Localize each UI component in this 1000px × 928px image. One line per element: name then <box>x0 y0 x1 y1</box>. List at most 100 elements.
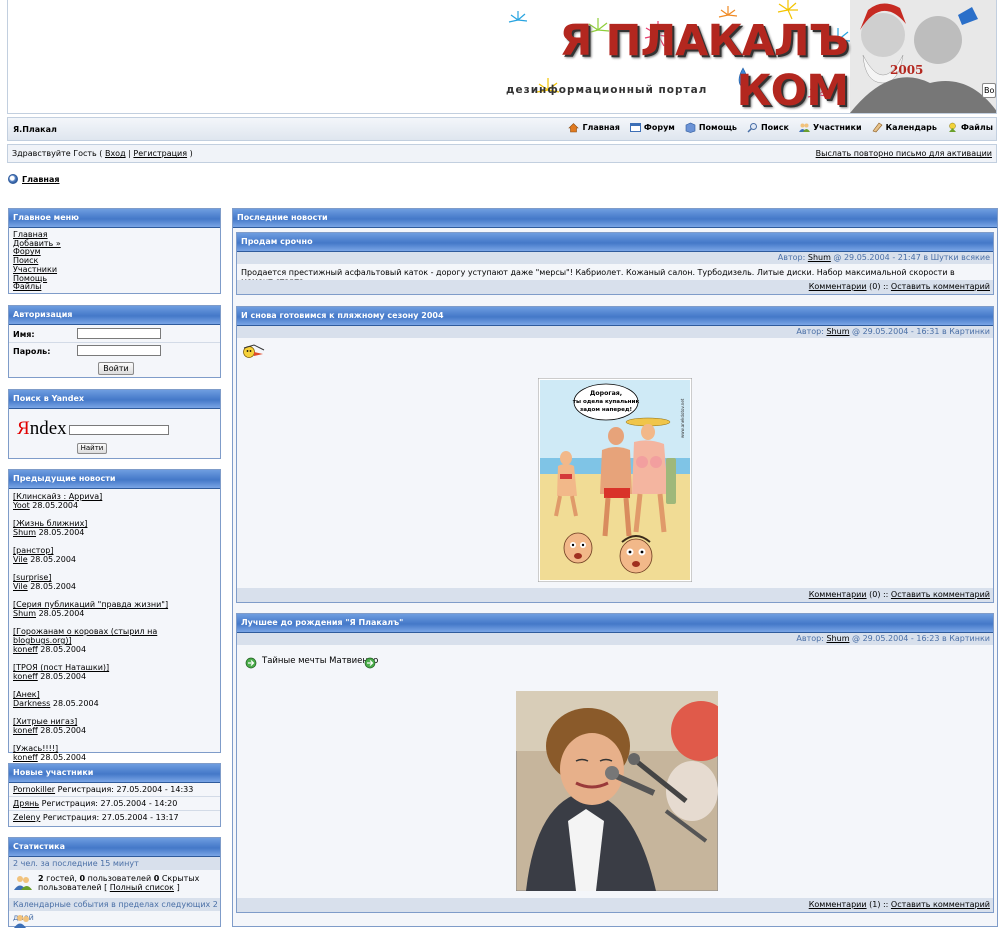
register-link[interactable]: Регистрация <box>133 149 187 158</box>
author-link[interactable]: koneff <box>13 726 38 735</box>
menu-item-files[interactable]: Файлы <box>13 283 216 292</box>
nav-link-forum[interactable]: Форум <box>629 122 675 133</box>
news-link[interactable]: [Клинскайз : Арриva] <box>13 492 102 501</box>
comments-link[interactable]: Комментарии <box>809 282 867 291</box>
resend-activation-link[interactable]: Выслать повторно письмо для активации <box>816 149 992 158</box>
post-meta: Автор: Shum @ 29.05.2004 - 16:31 в Карти… <box>237 326 993 338</box>
news-link[interactable]: [surprise] <box>13 573 51 582</box>
meta-date: @ 29.05.2004 - 21:47 в Шутки всякие <box>833 253 990 262</box>
singer-photo-image <box>516 691 718 891</box>
users-text: пользователей <box>87 874 152 883</box>
menu-item-forum[interactable]: Форум <box>13 248 216 257</box>
yandex-search-button[interactable]: Найти <box>77 443 107 454</box>
nav-link-help[interactable]: Помощь <box>685 122 737 133</box>
comments-link[interactable]: Комментарии <box>809 900 867 909</box>
image-tooltip: Воз <box>982 83 996 98</box>
menu-item-add[interactable]: Добавить » <box>13 239 216 249</box>
member-link[interactable]: Дрянь <box>13 799 39 808</box>
author-link[interactable]: koneff <box>13 672 38 681</box>
post-title: И снова готовимся к пляжному сезону 2004 <box>237 307 993 326</box>
nav-link-label: Помощь <box>698 123 737 132</box>
nav-link-home[interactable]: Главная <box>568 122 620 133</box>
post-title: Продам срочно <box>237 233 993 252</box>
cartoon-caption-line-3: задом наперед! <box>580 407 632 413</box>
banner-year: 2005 <box>890 63 924 77</box>
nav-link-files[interactable]: Файлы <box>947 122 993 133</box>
leave-comment-link[interactable]: Оставить комментарий <box>891 590 990 599</box>
hidden-count: 0 <box>153 874 160 883</box>
login-button[interactable]: Войти <box>98 362 134 375</box>
meta-prefix: Автор: <box>796 634 824 643</box>
nav-links: Главная Форум Помощь Поиск Участники Кал… <box>568 122 993 133</box>
guests-text: гостей, <box>46 874 77 883</box>
online-caption: 2 чел. за последние 15 минут <box>9 857 220 870</box>
beach-cartoon-image: Дорогая, ты одела купальник задом напере… <box>538 378 692 582</box>
previous-news-title: Предыдущие новости <box>9 470 220 489</box>
nav-link-label: Главная <box>582 123 620 132</box>
news-link[interactable]: [Ужась!!!!] <box>13 744 58 753</box>
news-date: 28.05.2004 <box>40 672 87 681</box>
author-link[interactable]: Vile <box>13 555 28 564</box>
list-item: Pornokiller Регистрация: 27.05.2004 - 14… <box>9 783 220 797</box>
breadcrumb-home[interactable]: Главная <box>22 175 59 184</box>
full-list-link[interactable]: Полный список <box>110 883 174 892</box>
list-item: [Горожанам о коровах (стырил на blogbugs… <box>13 627 216 654</box>
nav-link-label: Форум <box>643 123 675 132</box>
yandex-search-box: Поиск в Yandex Яndex Найти <box>8 389 221 459</box>
news-link[interactable]: [Серия публикаций "правда жизни"] <box>13 600 168 609</box>
news-date: 28.05.2004 <box>32 501 79 510</box>
latest-news-title: Последние новости <box>233 209 997 228</box>
nav-link-search[interactable]: Поиск <box>747 122 789 133</box>
author-link[interactable]: Darkness <box>13 699 50 708</box>
login-link[interactable]: Вход <box>105 149 126 158</box>
news-date: 28.05.2004 <box>38 528 85 537</box>
news-post: Продам срочно Автор: Shum @ 29.05.2004 -… <box>236 232 994 295</box>
comments-link[interactable]: Комментарии <box>809 590 867 599</box>
new-members-box: Новые участники Pornokiller Регистрация:… <box>8 763 221 827</box>
news-link[interactable]: [ранстор] <box>13 546 53 555</box>
author-link[interactable]: Shum <box>13 528 36 537</box>
list-item: [Анек] Darkness 28.05.2004 <box>13 690 216 708</box>
news-link[interactable]: [Хитрые нигаз] <box>13 717 77 726</box>
member-link[interactable]: Pornokiller <box>13 785 55 794</box>
hidden-text: Скрытых <box>161 874 200 883</box>
list-item: [Клинскайз : Арриva] Yoot 28.05.2004 <box>13 492 216 510</box>
comment-count: (0) :: <box>869 282 889 291</box>
news-post: Лучшее до рождения "Я Плакалъ" Автор: Sh… <box>236 613 994 913</box>
guests-count: 2 <box>38 874 44 883</box>
yandex-search-input[interactable] <box>69 425 169 435</box>
site-title: Я.Плакал <box>13 125 57 134</box>
cartoon-watermark: www.anekdotov.net <box>680 398 685 438</box>
files-icon <box>948 122 956 132</box>
author-link[interactable]: Shum <box>13 609 36 618</box>
username-label: Имя: <box>13 330 35 339</box>
members-icon <box>798 123 810 132</box>
auth-title: Авторизация <box>9 306 220 325</box>
nav-link-calendar[interactable]: Календарь <box>872 122 937 133</box>
author-link[interactable]: Shum <box>808 253 831 262</box>
author-link[interactable]: Yoot <box>13 501 30 510</box>
news-link[interactable]: [Анек] <box>13 690 40 699</box>
news-date: 28.05.2004 <box>40 645 87 654</box>
author-link[interactable]: Shum <box>826 634 849 643</box>
member-registered: Регистрация: 27.05.2004 - 13:17 <box>42 813 179 822</box>
leave-comment-link[interactable]: Оставить комментарий <box>891 282 990 291</box>
list-item: [Ужась!!!!] koneff 28.05.2004 <box>13 744 216 762</box>
leave-comment-link[interactable]: Оставить комментарий <box>891 900 990 909</box>
author-link[interactable]: koneff <box>13 753 38 762</box>
news-link[interactable]: [Горожанам о коровах (стырил на blogbugs… <box>13 627 157 645</box>
author-link[interactable]: Shum <box>826 327 849 336</box>
home-icon <box>568 123 580 133</box>
nav-link-members[interactable]: Участники <box>798 122 862 133</box>
list-item: Дрянь Регистрация: 27.05.2004 - 14:20 <box>9 797 220 811</box>
username-input[interactable] <box>77 328 161 339</box>
post-footer: Комментарии (0) :: Оставить комментарий <box>237 588 993 602</box>
password-input[interactable] <box>77 345 161 356</box>
author-link[interactable]: Vile <box>13 582 28 591</box>
author-link[interactable]: koneff <box>13 645 38 654</box>
news-link[interactable]: [Жизнь ближних] <box>13 519 87 528</box>
menu-item-help[interactable]: Помощь <box>13 274 216 284</box>
member-link[interactable]: Zeleny <box>13 813 40 822</box>
news-link[interactable]: [ТРОЯ (пост Наташки)] <box>13 663 109 672</box>
statistics-title: Статистика <box>9 838 220 857</box>
